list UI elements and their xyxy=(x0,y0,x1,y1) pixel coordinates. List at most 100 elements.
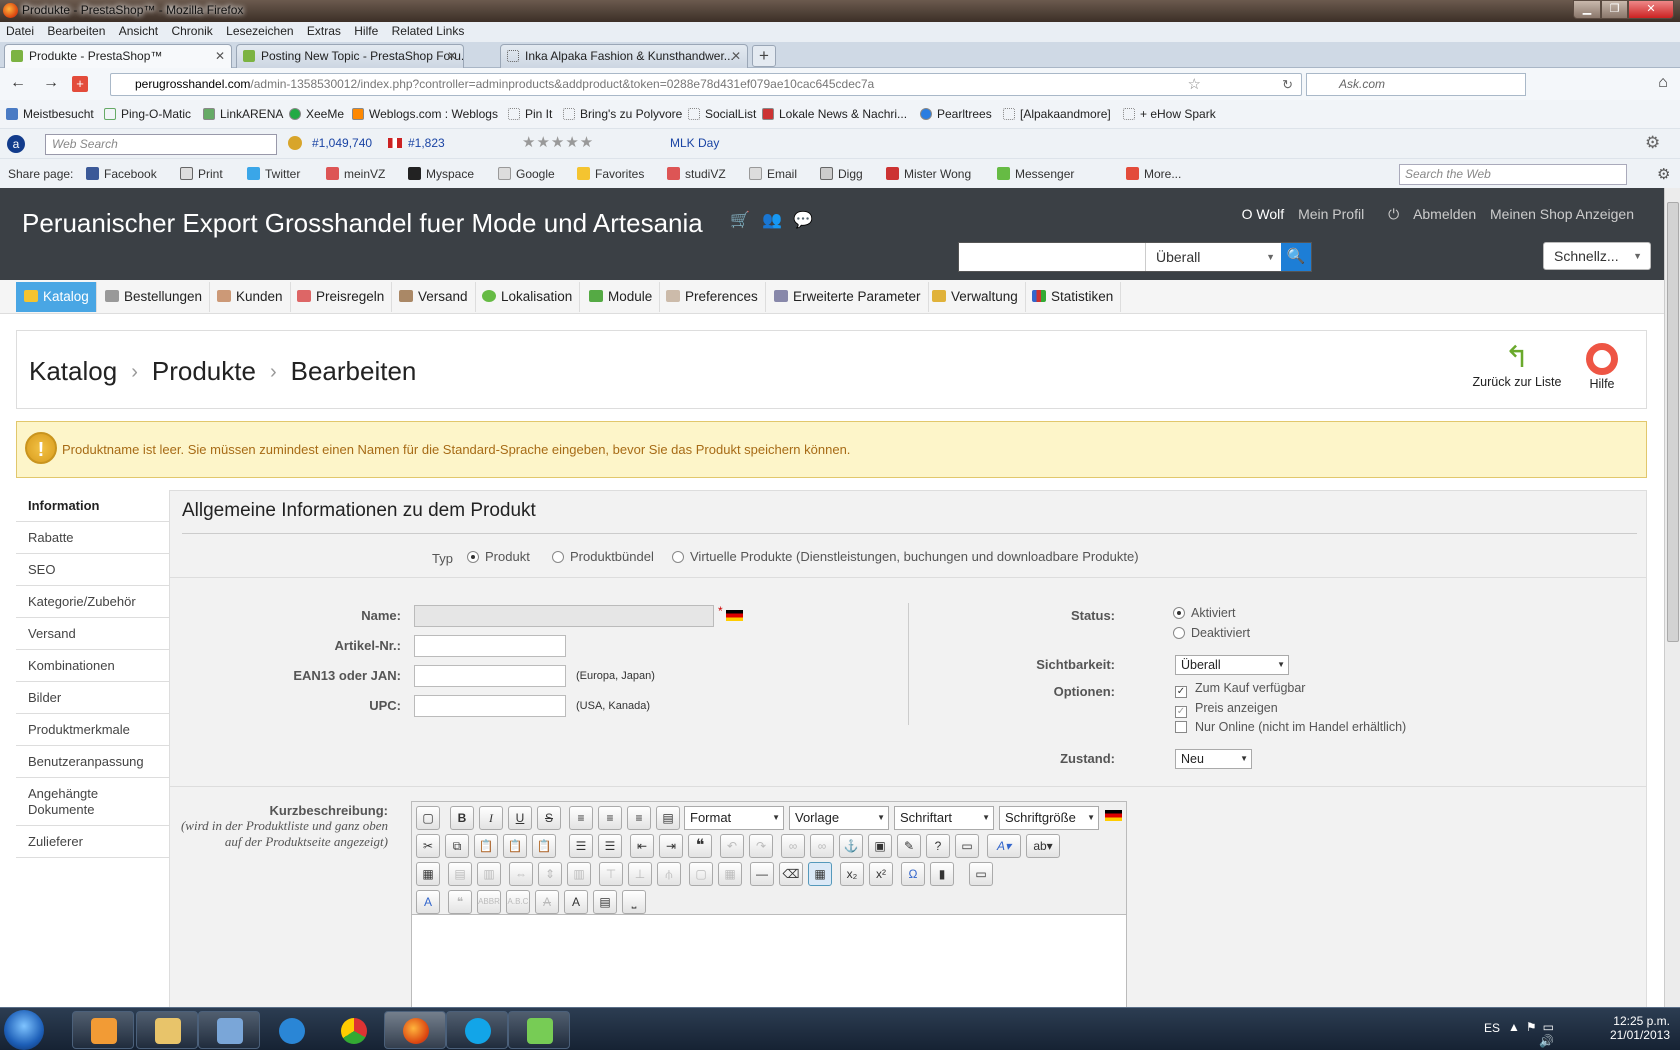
share-google[interactable]: Google xyxy=(498,167,555,181)
my-profile-link[interactable]: Mein Profil xyxy=(1298,206,1364,222)
search-scope-select[interactable]: Überall ▼ xyxy=(1145,243,1283,271)
align-left-icon[interactable]: ≡ xyxy=(569,806,593,830)
image-icon[interactable]: ▣ xyxy=(868,834,892,858)
status-active-radio[interactable]: Aktiviert xyxy=(1173,606,1235,620)
menu-lesezeichen[interactable]: Lesezeichen xyxy=(226,22,293,41)
option-show-price-checkbox[interactable]: ✓ Preis anzeigen xyxy=(1175,701,1278,718)
paste-icon[interactable]: 📋 xyxy=(474,834,498,858)
fullscreen-icon[interactable]: ▭ xyxy=(969,862,993,886)
bookmark-weblogs[interactable]: Weblogs.com : Weblogs xyxy=(352,107,498,121)
german-flag-icon[interactable] xyxy=(1105,810,1122,821)
taskbar-notes[interactable] xyxy=(198,1011,260,1049)
undo-icon[interactable]: ↶ xyxy=(720,834,744,858)
acronym-icon[interactable]: A.B.C xyxy=(506,890,530,914)
option-available-checkbox[interactable]: ✓ Zum Kauf verfügbar xyxy=(1175,681,1305,698)
italic-button[interactable]: I xyxy=(479,806,503,830)
taskbar-skype[interactable] xyxy=(446,1011,508,1049)
bookmark-pearltrees[interactable]: Pearltrees xyxy=(920,107,992,121)
nav-preferences[interactable]: Preferences xyxy=(658,282,766,312)
tab-produkte[interactable]: Produkte - PrestaShop™ ✕ xyxy=(4,44,232,69)
paste-word-icon[interactable]: 📋 xyxy=(532,834,556,858)
strikethrough-button[interactable]: S xyxy=(537,806,561,830)
share-print[interactable]: Print xyxy=(180,167,223,181)
share-digg[interactable]: Digg xyxy=(820,167,863,181)
sidebar-item-benutzeranpassung[interactable]: Benutzeranpassung xyxy=(16,746,169,778)
cite-icon[interactable]: ❝ xyxy=(448,890,472,914)
blockquote-icon[interactable]: ❝ xyxy=(688,834,712,858)
rating-stars-icon[interactable]: ★★★★★ xyxy=(522,133,594,151)
text-color-icon[interactable]: A▾ xyxy=(987,834,1021,858)
admin-search-input[interactable] xyxy=(959,243,1143,271)
sidebar-item-rabatte[interactable]: Rabatte xyxy=(16,522,169,554)
bookmark-meistbesucht[interactable]: Meistbesucht xyxy=(6,107,94,121)
bookmark-ehow-spark[interactable]: + eHow Spark xyxy=(1123,107,1216,121)
taskbar-ie[interactable] xyxy=(260,1011,322,1049)
close-window-button[interactable]: ✕ xyxy=(1628,0,1674,19)
bullet-list-icon[interactable]: ☰ xyxy=(569,834,593,858)
nav-preisregeln[interactable]: Preisregeln xyxy=(289,282,393,312)
nav-verwaltung[interactable]: Verwaltung xyxy=(924,282,1026,312)
delete-col-icon[interactable]: ▥ xyxy=(567,862,591,886)
clock[interactable]: 12:25 p.m. 21/01/2013 xyxy=(1600,1014,1670,1042)
row-props-icon[interactable]: ▦ xyxy=(718,862,742,886)
search-button[interactable]: 🔍 xyxy=(1281,243,1311,271)
nav-erweiterte-parameter[interactable]: Erweiterte Parameter xyxy=(766,282,929,312)
sidebar-item-versand[interactable]: Versand xyxy=(16,618,169,650)
outdent-icon[interactable]: ⇤ xyxy=(630,834,654,858)
tab-close-icon[interactable]: ✕ xyxy=(447,49,457,63)
status-inactive-radio[interactable]: Deaktiviert xyxy=(1173,626,1250,640)
url-bar[interactable]: perugrosshandel.com/admin-1358530012/ind… xyxy=(110,73,1302,96)
taskbar-explorer[interactable] xyxy=(136,1011,198,1049)
share-more[interactable]: More... xyxy=(1126,167,1181,181)
ask-search-input[interactable]: Ask.com xyxy=(1306,73,1526,96)
bookmark-xeeme[interactable]: XeeMe xyxy=(289,107,344,121)
nav-kunden[interactable]: Kunden xyxy=(209,282,291,312)
menu-bearbeiten[interactable]: Bearbeiten xyxy=(47,22,105,41)
gear-icon[interactable]: ⚙ xyxy=(1645,133,1660,153)
numbered-list-icon[interactable]: ☰ xyxy=(598,834,622,858)
merge-cells-icon[interactable]: ⇔ xyxy=(509,862,533,886)
template-select[interactable]: Vorlage xyxy=(789,806,889,830)
type-produktbuendel-radio[interactable]: Produktbündel xyxy=(552,549,654,564)
menu-datei[interactable]: Datei xyxy=(6,22,34,41)
condition-select[interactable]: Neu xyxy=(1175,749,1252,769)
table-row-icon[interactable]: ▤ xyxy=(448,862,472,886)
forward-arrow-icon[interactable]: → xyxy=(40,74,62,94)
sidebar-item-produktmerkmale[interactable]: Produktmerkmale xyxy=(16,714,169,746)
styles-icon[interactable]: A xyxy=(416,890,440,914)
ins-icon[interactable]: A xyxy=(564,890,588,914)
menu-hilfe[interactable]: Hilfe xyxy=(354,22,378,41)
nav-statistiken[interactable]: Statistiken xyxy=(1024,282,1122,312)
start-button[interactable] xyxy=(4,1010,44,1050)
share-myspace[interactable]: Myspace xyxy=(408,167,474,181)
redo-icon[interactable]: ↷ xyxy=(749,834,773,858)
name-input[interactable] xyxy=(414,605,714,627)
split-cells-icon[interactable]: ⇕ xyxy=(538,862,562,886)
table-col-icon[interactable]: ▥ xyxy=(477,862,501,886)
minimize-button[interactable]: ▁ xyxy=(1573,0,1601,19)
sidebar-item-kategorie[interactable]: Kategorie/Zubehör xyxy=(16,586,169,618)
nav-bestellungen[interactable]: Bestellungen xyxy=(97,282,211,312)
taskbar-network[interactable] xyxy=(508,1011,570,1049)
view-shop-link[interactable]: Meinen Shop Anzeigen xyxy=(1490,206,1634,222)
ean13-input[interactable] xyxy=(414,665,566,687)
sidebar-item-zulieferer[interactable]: Zulieferer xyxy=(16,826,169,858)
link-icon[interactable]: ∞ xyxy=(781,834,805,858)
taskbar-chrome[interactable] xyxy=(322,1011,384,1049)
cleanup-icon[interactable]: ✎ xyxy=(897,834,921,858)
format-select[interactable]: Format xyxy=(684,806,784,830)
underline-button[interactable]: U xyxy=(508,806,532,830)
sidebar-item-kombinationen[interactable]: Kombinationen xyxy=(16,650,169,682)
align-right-icon[interactable]: ≡ xyxy=(627,806,651,830)
share-mister-wong[interactable]: Mister Wong xyxy=(886,167,971,181)
reference-input[interactable] xyxy=(414,635,566,657)
employee-name[interactable]: O Wolf xyxy=(1242,206,1285,222)
sidebar-item-bilder[interactable]: Bilder xyxy=(16,682,169,714)
tab-posting-new-topic[interactable]: Posting New Topic - PrestaShop Foru... ✕ xyxy=(236,44,464,68)
tray-icons[interactable]: ▲⚑▭🔊 xyxy=(1508,1020,1560,1048)
help-button[interactable]: Hilfe xyxy=(1577,341,1627,391)
indent-icon[interactable]: ⇥ xyxy=(659,834,683,858)
reload-icon[interactable]: ↻ xyxy=(1282,74,1293,95)
share-facebook[interactable]: Facebook xyxy=(86,167,157,181)
breadcrumb-produkte[interactable]: Produkte xyxy=(152,356,256,386)
